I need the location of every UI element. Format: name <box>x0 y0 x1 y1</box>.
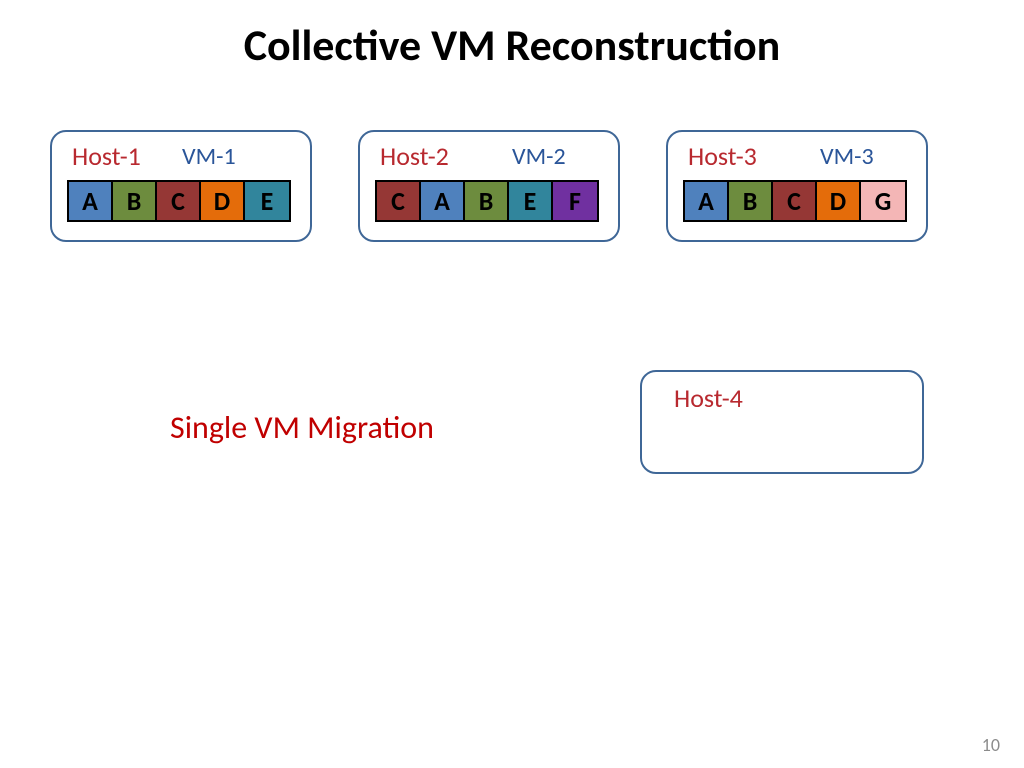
page-number: 10 <box>982 734 1000 756</box>
host-1-block-row: A B C D E <box>67 180 291 222</box>
host-1-label: Host-1 <box>72 140 141 172</box>
host-2-box: Host-2 VM-2 C A B E F <box>358 130 620 242</box>
host-2-label: Host-2 <box>380 140 449 172</box>
host-1-block-2: C <box>157 182 201 220</box>
host-1-box: Host-1 VM-1 A B C D E <box>50 130 312 242</box>
host-1-block-1: B <box>113 182 157 220</box>
host-2-block-row: C A B E F <box>375 180 599 222</box>
migration-caption: Single VM Migration <box>170 408 434 447</box>
host-4-box: Host-4 <box>640 370 924 474</box>
host-3-block-0: A <box>685 182 729 220</box>
host-3-block-1: B <box>729 182 773 220</box>
host-4-label: Host-4 <box>674 382 743 414</box>
host-2-block-2: B <box>465 182 509 220</box>
host-2-block-1: A <box>421 182 465 220</box>
vm-1-label: VM-1 <box>182 142 236 171</box>
host-3-box: Host-3 VM-3 A B C D G <box>666 130 928 242</box>
host-1-block-0: A <box>69 182 113 220</box>
host-3-label: Host-3 <box>688 140 757 172</box>
host-1-block-4: E <box>245 182 289 220</box>
vm-3-label: VM-3 <box>820 142 874 171</box>
host-2-block-0: C <box>377 182 421 220</box>
host-3-block-2: C <box>773 182 817 220</box>
host-3-block-3: D <box>817 182 861 220</box>
host-3-block-4: G <box>861 182 905 220</box>
slide-title: Collective VM Reconstruction <box>0 18 1024 72</box>
host-2-block-4: F <box>553 182 597 220</box>
host-2-block-3: E <box>509 182 553 220</box>
vm-2-label: VM-2 <box>512 142 566 171</box>
host-3-block-row: A B C D G <box>683 180 907 222</box>
host-1-block-3: D <box>201 182 245 220</box>
